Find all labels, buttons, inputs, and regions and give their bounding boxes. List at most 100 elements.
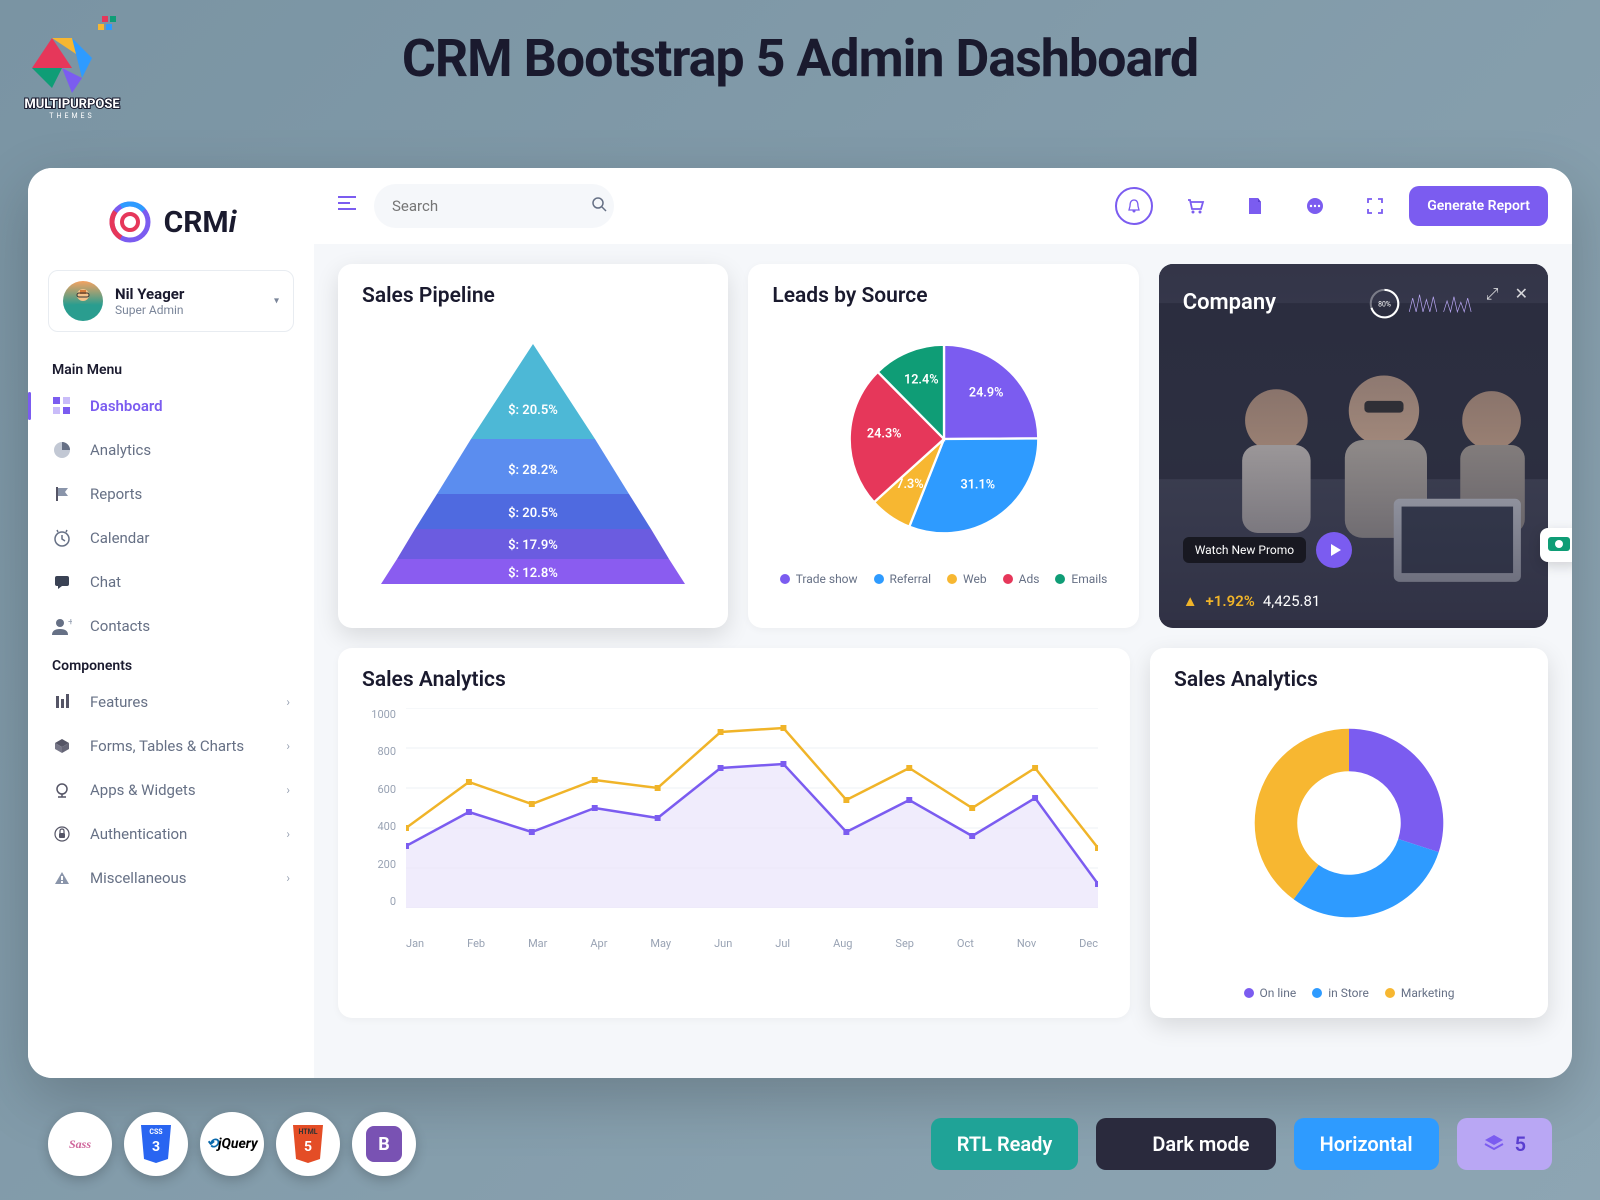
sidebar-item-label: Authentication [90, 825, 187, 843]
gauge-icon: 80% [1368, 280, 1478, 330]
pyramid-chart: $: 20.5% $: 28.2% $: 20.5% $: 17.9% $: 1… [362, 324, 704, 594]
sidebar-item-misc[interactable]: Miscellaneous › [28, 856, 314, 900]
card-title: Sales Analytics [1174, 668, 1524, 692]
search-icon[interactable] [591, 196, 607, 216]
search-input[interactable] [392, 197, 591, 215]
camera-floating-button[interactable] [1540, 528, 1572, 562]
sidebar-item-chat[interactable]: Chat [28, 560, 314, 604]
bell-icon[interactable] [1115, 187, 1153, 225]
pill-rtl[interactable]: RTL Ready [931, 1118, 1079, 1170]
sales-analytics-line-card: Sales Analytics 10008006004002000 JanFeb… [338, 648, 1130, 1018]
line-chart: 10008006004002000 JanFebMarAprMayJunJulA… [362, 708, 1106, 978]
menu-section-components: Components [28, 648, 314, 680]
brand-name: CRMi [164, 205, 237, 240]
chat-bubble-icon[interactable] [1297, 188, 1333, 224]
company-title: Company [1183, 290, 1276, 315]
company-stats: ▲ +1.92% 4,425.81 [1183, 592, 1321, 610]
close-icon[interactable]: ✕ [1515, 284, 1528, 304]
svg-text:5: 5 [304, 1139, 312, 1155]
sidebar-item-calendar[interactable]: Calendar [28, 516, 314, 560]
svg-text:31.1%: 31.1% [960, 477, 995, 492]
sales-pipeline-card: Sales Pipeline $: 20.5% $: 28.2% $: 20.5… [338, 264, 728, 628]
card-title: Leads by Source [772, 284, 1114, 308]
tech-badge-sass: Sass [48, 1112, 112, 1176]
svg-text:12.4%: 12.4% [904, 373, 939, 388]
user-role: Super Admin [115, 303, 184, 317]
svg-text:$: 28.2%: $: 28.2% [508, 463, 558, 478]
sidebar-item-contacts[interactable]: + Contacts [28, 604, 314, 648]
promo-title: CRM Bootstrap 5 Admin Dashboard [402, 28, 1198, 89]
generate-report-button[interactable]: Generate Report [1409, 186, 1548, 226]
svg-text:$: 20.5%: $: 20.5% [508, 403, 558, 418]
play-button[interactable] [1316, 532, 1352, 568]
sidebar-item-label: Chat [90, 573, 121, 591]
svg-text:$: 20.5%: $: 20.5% [508, 506, 558, 521]
sidebar-item-analytics[interactable]: Analytics [28, 428, 314, 472]
sidebar-item-label: Forms, Tables & Charts [90, 737, 244, 755]
user-card[interactable]: Nil Yeager Super Admin ▾ [48, 270, 294, 332]
tech-badge-bootstrap: B [352, 1112, 416, 1176]
svg-text:MULTIPURPOSE: MULTIPURPOSE [24, 97, 120, 112]
search-box[interactable] [374, 184, 614, 228]
svg-text:B: B [378, 1134, 390, 1155]
leads-card: Leads by Source 24.9%31.1%7.3%24.3%12.4%… [748, 264, 1138, 628]
sidebar-item-apps[interactable]: Apps & Widgets › [28, 768, 314, 812]
tech-badge-html: HTML 5 [276, 1112, 340, 1176]
hamburger-icon[interactable] [338, 196, 358, 216]
company-card: Company 80% ⤢ ✕ [1159, 264, 1548, 628]
chevron-down-icon: ▾ [274, 296, 279, 307]
sidebar-item-label: Contacts [90, 617, 150, 635]
file-icon[interactable] [1237, 188, 1273, 224]
sidebar-item-dashboard[interactable]: Dashboard [28, 384, 314, 428]
dashboard-icon [52, 396, 72, 416]
person-add-icon: + [52, 616, 72, 636]
lock-icon [52, 824, 72, 844]
fullscreen-icon[interactable] [1357, 188, 1393, 224]
sidebar-item-reports[interactable]: Reports [28, 472, 314, 516]
chevron-right-icon: › [286, 783, 290, 797]
chevron-right-icon: › [286, 739, 290, 753]
tech-badge-jquery: ⟲jQuery [200, 1112, 264, 1176]
topbar: Generate Report [314, 168, 1572, 244]
sales-analytics-donut-card: Sales Analytics On line in Store Marketi… [1150, 648, 1548, 1018]
sidebar-item-forms[interactable]: Forms, Tables & Charts › [28, 724, 314, 768]
footer-pills: Sass CSS 3 ⟲jQuery HTML 5 B RTL Ready Dark… [0, 1112, 1600, 1176]
cart-icon[interactable] [1177, 188, 1213, 224]
tech-badge-css: CSS 3 [124, 1112, 188, 1176]
flag-icon [52, 484, 72, 504]
svg-text:3: 3 [152, 1139, 160, 1155]
sidebar-item-label: Reports [90, 485, 142, 503]
main: Generate Report Sales Pipeline $: 20.5% [314, 168, 1572, 1078]
moon-icon [1122, 1134, 1142, 1154]
sidebar-item-auth[interactable]: Authentication › [28, 812, 314, 856]
promo-logo: MULTIPURPOSE THEMES [12, 8, 132, 122]
bars-icon [52, 692, 72, 712]
content: Sales Pipeline $: 20.5% $: 28.2% $: 20.5… [314, 244, 1572, 1078]
expand-icon[interactable]: ⤢ [1486, 284, 1499, 304]
app-window: CRMi Nil Yeager Super Admin ▾ Main Menu … [28, 168, 1572, 1078]
globe-icon [52, 780, 72, 800]
sidebar-item-label: Miscellaneous [90, 869, 187, 887]
sidebar-item-label: Analytics [90, 441, 151, 459]
svg-text:24.9%: 24.9% [968, 386, 1003, 401]
svg-text:CSS: CSS [149, 1128, 163, 1136]
svg-text:HTML: HTML [298, 1128, 317, 1136]
chat-icon [52, 572, 72, 592]
sidebar-item-features[interactable]: Features › [28, 680, 314, 724]
sidebar-item-label: Apps & Widgets [90, 781, 196, 799]
avatar [63, 281, 103, 321]
brand: CRMi [28, 188, 314, 270]
pill-dark[interactable]: Dark mode [1096, 1118, 1275, 1170]
pie-icon [52, 440, 72, 460]
user-name: Nil Yeager [115, 285, 184, 303]
promo-label: Watch New Promo [1183, 537, 1306, 563]
card-title: Sales Analytics [362, 668, 1106, 692]
donut-legend: On line in Store Marketing [1150, 986, 1548, 1000]
leads-legend: Trade show Referral Web Ads Emails [780, 572, 1108, 586]
svg-text:$: 17.9%: $: 17.9% [508, 538, 558, 553]
layers-icon [1483, 1133, 1505, 1155]
pill-count[interactable]: 5 [1457, 1118, 1552, 1170]
clock-icon [52, 528, 72, 548]
pill-horizontal[interactable]: Horizontal [1294, 1118, 1439, 1170]
leads-pie-chart: 24.9%31.1%7.3%24.3%12.4% Trade show Refe… [772, 324, 1114, 586]
